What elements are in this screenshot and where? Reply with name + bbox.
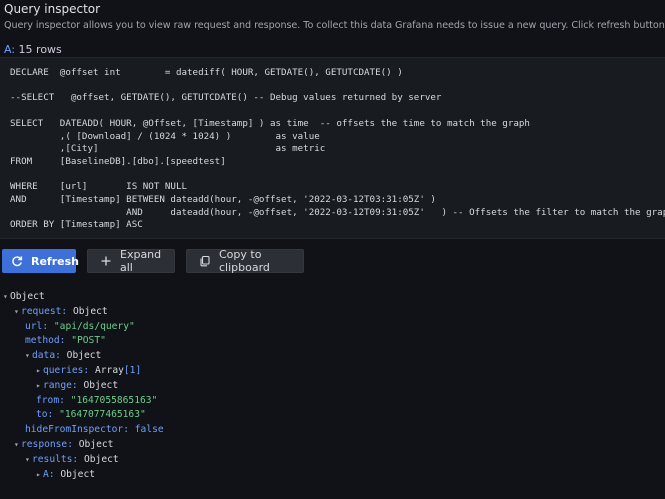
page-title: Query inspector [4,2,101,16]
sql-query-text[interactable]: DECLARE @offset int = datediff( HOUR, GE… [0,58,665,232]
refresh-label: Refresh [31,254,79,268]
query-rows-summary: A: 15 rows [4,43,62,56]
expand-all-button[interactable]: Expand all [87,248,175,274]
tree-node-from: from: "1647055865163" [36,394,158,406]
expanded-triangle-icon: ▾ [25,351,30,361]
collapsed-triangle-icon: ▸ [36,469,41,479]
tree-node-result-a[interactable]: ▸ A: Object [0,468,164,483]
tree-node-data[interactable]: ▾ data: Object [0,349,164,364]
collapsed-triangle-icon: ▸ [36,380,41,390]
expanded-triangle-icon: ▾ [3,292,8,301]
query-label: A: [4,43,16,56]
tree-node-queries[interactable]: ▸ queries: Array[1] [0,364,164,379]
rows-count: 15 rows [18,43,62,56]
expanded-triangle-icon: ▾ [14,439,19,449]
tree-node-response[interactable]: ▾ response: Object [0,438,164,453]
tree-node-url: url: "api/ds/query" [25,320,135,332]
tree-node-to: to: "1647077465163" [36,409,146,421]
refresh-icon [11,255,23,267]
plus-icon [100,255,112,267]
tree-node-method: method: "POST" [25,335,106,347]
tree-node-hide-from-inspector: hideFromInspector: false [25,424,164,436]
tree-node-range[interactable]: ▸ range: Object [0,379,164,394]
tree-node-request[interactable]: ▾ request: Object [0,305,164,320]
tree-node-root[interactable]: ▾ Object [0,290,164,305]
expanded-triangle-icon: ▾ [14,306,19,316]
collapsed-triangle-icon: ▸ [36,365,41,375]
copy-icon [199,255,211,267]
copy-label: Copy to clipboard [219,248,270,274]
json-tree: ▾ Object ▾ request: Object url: "api/ds/qu… [0,290,164,482]
refresh-button[interactable]: Refresh [2,249,79,273]
sql-query-box[interactable]: DECLARE @offset int = datediff( HOUR, GE… [0,57,665,239]
expanded-triangle-icon: ▾ [25,454,30,464]
expand-all-label: Expand all [120,248,162,274]
tree-node-results[interactable]: ▾ results: Object [0,453,164,468]
query-inspector-panel: Query inspector Query inspector allows y… [0,0,665,499]
inspector-description: Query inspector allows you to view raw r… [4,20,665,31]
copy-to-clipboard-button[interactable]: Copy to clipboard [186,248,304,274]
